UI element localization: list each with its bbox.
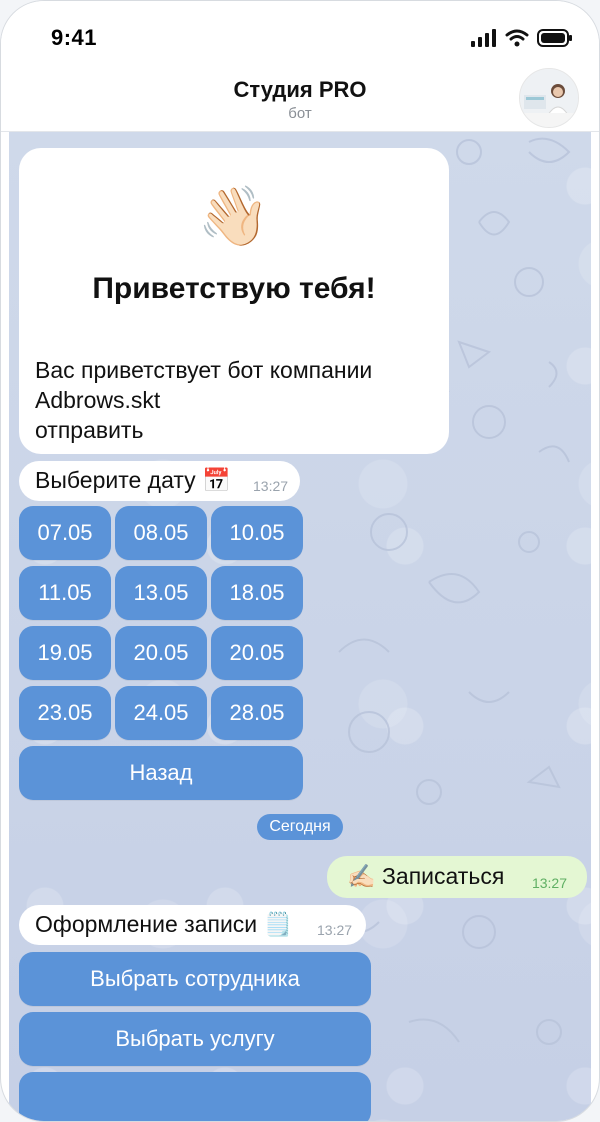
battery-icon <box>537 29 573 52</box>
welcome-heading: Приветствую тебя! <box>92 272 376 305</box>
date-button-1905[interactable]: 19.05 <box>19 626 111 680</box>
welcome-line-2: Adbrows.skt <box>35 387 161 413</box>
date-button-1105[interactable]: 11.05 <box>19 566 111 620</box>
date-divider: Сегодня <box>257 814 343 840</box>
message-text: Выберите дату 📅 <box>35 467 231 493</box>
welcome-line-3: отправить <box>35 417 144 443</box>
booking-button-3[interactable] <box>19 1072 371 1121</box>
back-button[interactable]: Назад <box>19 746 303 800</box>
date-button-2005-b[interactable]: 20.05 <box>211 626 303 680</box>
welcome-text: Вас приветствует бот компании Adbrows.sk… <box>35 355 372 445</box>
date-button-1305[interactable]: 13.05 <box>115 566 207 620</box>
wifi-icon <box>505 29 529 52</box>
date-button-2005[interactable]: 20.05 <box>115 626 207 680</box>
welcome-message: 👋🏻 Приветствую тебя! Вас приветствует бо… <box>19 148 449 454</box>
phone-frame: 9:41 Студия PRO бот 👋🏻 Приветствую тебя!… <box>0 0 600 1122</box>
status-icons <box>471 29 573 52</box>
chat-area[interactable]: 👋🏻 Приветствую тебя! Вас приветствует бо… <box>9 132 591 1121</box>
signal-icon <box>471 29 497 52</box>
message-time: 13:27 <box>317 922 353 938</box>
choose-service-button[interactable]: Выбрать услугу <box>19 1012 371 1066</box>
status-bar: 9:41 <box>1 1 599 71</box>
date-button-0805[interactable]: 08.05 <box>115 506 207 560</box>
outgoing-message: ✍🏻 Записаться 13:27 <box>327 856 587 898</box>
date-button-2405[interactable]: 24.05 <box>115 686 207 740</box>
message-text: Оформление записи 🗒️ <box>35 911 293 937</box>
choose-employee-button[interactable]: Выбрать сотрудника <box>19 952 371 1006</box>
chat-header: Студия PRO бот <box>1 68 599 132</box>
date-button-2305[interactable]: 23.05 <box>19 686 111 740</box>
date-button-2805[interactable]: 28.05 <box>211 686 303 740</box>
waving-hand-icon: 👋🏻 <box>197 184 271 249</box>
message-time: 13:27 <box>253 478 289 494</box>
choose-date-message: Выберите дату 📅 13:27 <box>19 461 300 501</box>
chat-subtitle: бот <box>288 105 312 122</box>
outgoing-time: 13:27 <box>531 875 567 891</box>
date-button-0705[interactable]: 07.05 <box>19 506 111 560</box>
welcome-line-1: Вас приветствует бот компании <box>35 357 373 383</box>
status-time: 9:41 <box>51 25 98 50</box>
chat-title[interactable]: Студия PRO <box>1 77 599 103</box>
outgoing-text: ✍🏻 Записаться <box>347 863 505 889</box>
booking-message: Оформление записи 🗒️ 13:27 <box>19 905 366 945</box>
date-button-1805[interactable]: 18.05 <box>211 566 303 620</box>
date-button-1005[interactable]: 10.05 <box>211 506 303 560</box>
avatar[interactable] <box>519 68 579 128</box>
